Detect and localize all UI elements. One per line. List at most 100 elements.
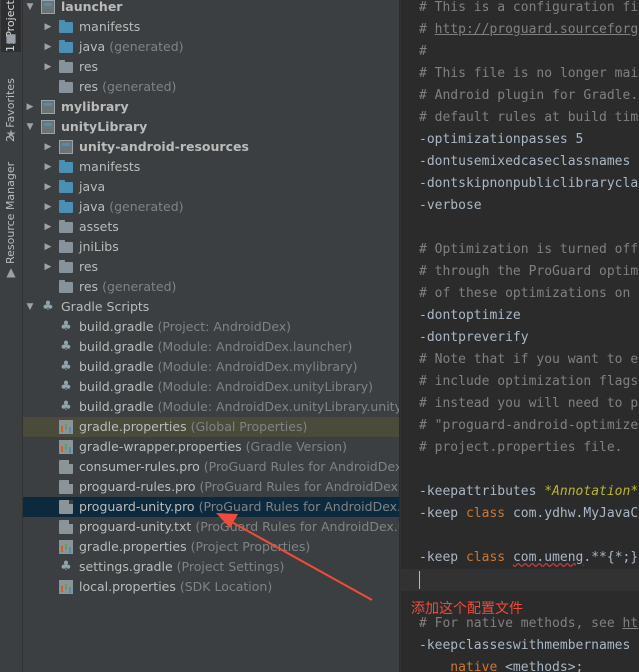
code-line[interactable]: -dontskipnonpubliclibrarycla — [400, 173, 639, 195]
tree-row[interactable]: ▼ launcher — [23, 0, 399, 17]
code-line[interactable]: -optimizationpasses 5 — [400, 129, 639, 151]
code-line[interactable]: -dontoptimize — [400, 305, 639, 327]
tree-row[interactable]: ▶ jniLibs — [23, 237, 399, 257]
tree-row-label: res — [79, 57, 98, 77]
code-line[interactable]: -keep class com.umeng.**{*;} — [400, 547, 639, 569]
tree-row[interactable]: ▶ java — [23, 177, 399, 197]
tree-row-name: build.gradle — [79, 359, 154, 374]
code-line[interactable]: -keepclasseswithmembernames — [400, 635, 639, 657]
code-line[interactable] — [400, 525, 639, 547]
code-token: # — [419, 44, 427, 59]
code-line[interactable]: # This file is no longer mai — [400, 63, 639, 85]
expand-right-icon[interactable]: ▶ — [43, 57, 53, 77]
project-tree[interactable]: ▼ launcher ▶ manifests ▶ java (generated) ▶ res… — [23, 0, 399, 672]
tree-row[interactable]: ▶ assets — [23, 217, 399, 237]
expand-right-icon[interactable]: ▶ — [43, 157, 53, 177]
expand-right-icon[interactable]: ▶ — [43, 37, 53, 57]
expand-right-icon[interactable]: ▶ — [43, 217, 53, 237]
tree-row-label: res (generated) — [79, 77, 176, 97]
tree-row[interactable]: consumer-rules.pro (ProGuard Rules for A… — [23, 457, 399, 477]
code-line[interactable]: # http://proguard.sourceforg — [400, 19, 639, 41]
tree-row[interactable]: ♣ build.gradle (Module: AndroidDex.unityL… — [23, 397, 399, 417]
code-line[interactable]: # This is a configuration fi — [400, 0, 639, 19]
code-token: -dontskipnonpubliclibrarycla — [419, 176, 639, 191]
tree-row[interactable]: local.properties (SDK Location) — [23, 577, 399, 597]
tree-row[interactable]: ▶ mylibrary — [23, 97, 399, 117]
tree-row[interactable]: ♣ build.gradle (Module: AndroidDex.launch… — [23, 337, 399, 357]
tree-row[interactable]: gradle.properties (Global Properties) — [23, 417, 399, 437]
tree-row-name: gradle.properties — [79, 539, 187, 554]
code-line[interactable]: # Android plugin for Gradle. — [400, 85, 639, 107]
tree-row[interactable]: ▶ java (generated) — [23, 197, 399, 217]
expand-right-icon[interactable]: ▶ — [43, 237, 53, 257]
tree-row[interactable]: ▶ res — [23, 57, 399, 77]
tree-row[interactable]: ♣ settings.gradle (Project Settings) — [23, 557, 399, 577]
tree-row-label: manifests — [79, 157, 140, 177]
code-line[interactable]: -verbose — [400, 195, 639, 217]
code-line[interactable]: -dontpreverify — [400, 327, 639, 349]
tree-row[interactable]: ▶ manifests — [23, 157, 399, 177]
tree-row[interactable]: ▼ unityLibrary — [23, 117, 399, 137]
tree-row[interactable]: proguard-rules.pro (ProGuard Rules for A… — [23, 477, 399, 497]
tree-row-name: launcher — [61, 0, 123, 14]
tree-row[interactable]: ▶ java (generated) — [23, 37, 399, 57]
expand-right-icon[interactable]: ▶ — [43, 137, 53, 157]
code-token: class — [465, 506, 513, 521]
code-line[interactable]: # of these optimizations on — [400, 283, 639, 305]
code-token: -dontpreverify — [419, 330, 529, 345]
code-token: *Annotation* — [544, 484, 639, 499]
expand-right-icon[interactable]: ▶ — [25, 97, 35, 117]
expand-right-icon[interactable]: ▶ — [43, 257, 53, 277]
tree-row-label: local.properties (SDK Location) — [79, 577, 272, 597]
gradle-icon: ♣ — [60, 319, 72, 334]
tree-row[interactable]: ▼ ♣ Gradle Scripts — [23, 297, 399, 317]
code-line[interactable]: # — [400, 41, 639, 63]
tree-row[interactable]: ▶ manifests — [23, 17, 399, 37]
gradle-icon: ♣ — [60, 359, 72, 374]
tab-resource-manager[interactable]: Resource Manager — [1, 160, 21, 264]
code-line[interactable]: # "proguard-android-optimize — [400, 415, 639, 437]
tree-row[interactable]: gradle.properties (Project Properties) — [23, 537, 399, 557]
code-line[interactable]: # include optimization flags — [400, 371, 639, 393]
tree-row-label: gradle.properties (Global Properties) — [79, 417, 307, 437]
code-line[interactable]: native <methods>; — [400, 657, 639, 672]
tree-row-label: proguard-rules.pro (ProGuard Rules for A… — [79, 477, 399, 497]
file-icon — [59, 500, 73, 514]
code-editor[interactable]: # This is a configuration fi # http://pro… — [400, 0, 639, 672]
code-line[interactable]: # Note that if you want to e — [400, 349, 639, 371]
tree-row[interactable]: ▶ unity-android-resources — [23, 137, 399, 157]
code-line[interactable]: -keepattributes *Annotation* — [400, 481, 639, 503]
tree-row-label: build.gradle (Module: AndroidDex.launche… — [79, 337, 352, 357]
tree-row-label: build.gradle (Module: AndroidDex.unityLi… — [79, 397, 399, 417]
tree-row[interactable]: gradle-wrapper.properties (Gradle Versio… — [23, 437, 399, 457]
tree-row[interactable]: proguard-unity.pro (ProGuard Rules for A… — [23, 497, 399, 517]
tree-row-label: launcher — [61, 0, 122, 17]
tree-row[interactable]: ♣ build.gradle (Project: AndroidDex) — [23, 317, 399, 337]
code-line[interactable]: # through the ProGuard optim — [400, 261, 639, 283]
code-token: com.umeng — [512, 550, 584, 565]
expand-down-icon[interactable]: ▼ — [25, 297, 35, 317]
code-line[interactable]: # default rules at build tim — [400, 107, 639, 129]
tree-row[interactable]: ♣ build.gradle (Module: AndroidDex.mylibr… — [23, 357, 399, 377]
code-line[interactable]: -keep class com.ydhw.MyJavaC — [400, 503, 639, 525]
tree-row[interactable]: res (generated) — [23, 277, 399, 297]
code-line[interactable] — [400, 569, 639, 591]
code-line[interactable]: # project.properties file. — [400, 437, 639, 459]
expand-down-icon[interactable]: ▼ — [25, 117, 35, 137]
code-line[interactable]: # instead you will need to p — [400, 393, 639, 415]
tree-row[interactable]: res (generated) — [23, 77, 399, 97]
tree-row-label: build.gradle (Module: AndroidDex.unityLi… — [79, 377, 373, 397]
tree-row[interactable]: ▶ res — [23, 257, 399, 277]
expand-right-icon[interactable]: ▶ — [43, 177, 53, 197]
tree-row[interactable]: ♣ build.gradle (Module: AndroidDex.unityL… — [23, 377, 399, 397]
tree-row-label: res — [79, 257, 98, 277]
code-line[interactable] — [400, 459, 639, 481]
code-line[interactable]: -dontusemixedcaseclassnames — [400, 151, 639, 173]
tree-row-name: unityLibrary — [61, 119, 148, 134]
expand-right-icon[interactable]: ▶ — [43, 17, 53, 37]
code-line[interactable] — [400, 217, 639, 239]
tree-row[interactable]: proguard-unity.txt (ProGuard Rules for A… — [23, 517, 399, 537]
expand-down-icon[interactable]: ▼ — [25, 0, 35, 17]
expand-right-icon[interactable]: ▶ — [43, 197, 53, 217]
code-line[interactable]: # Optimization is turned off — [400, 239, 639, 261]
